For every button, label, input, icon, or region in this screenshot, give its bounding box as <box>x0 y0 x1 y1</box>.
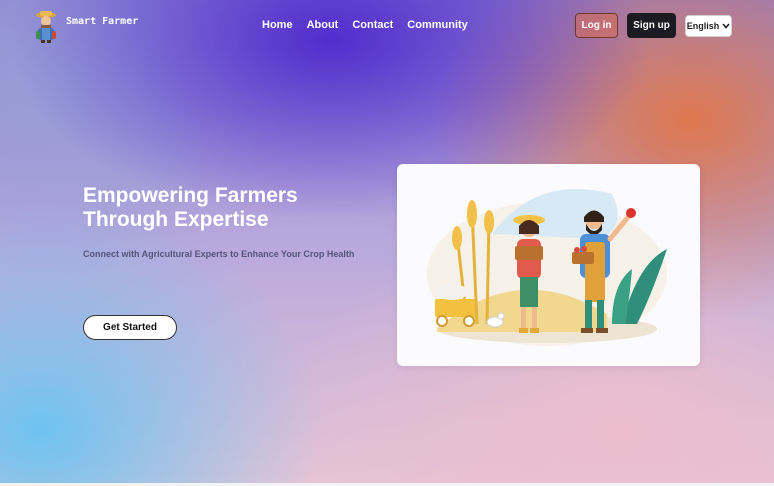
hero-subtitle: Connect with Agricultural Experts to Enh… <box>83 249 355 259</box>
brand-name: Smart Farmer <box>66 15 139 27</box>
nav-contact[interactable]: Contact <box>352 19 393 31</box>
hero-illustration <box>397 164 700 366</box>
signup-button[interactable]: Sign up <box>627 13 676 38</box>
chevron-down-icon <box>722 23 730 29</box>
nav-community[interactable]: Community <box>407 19 468 31</box>
farmer-logo-icon <box>36 11 56 43</box>
main-nav: Home About Contact Community <box>262 19 468 31</box>
hero-title: Empowering Farmers Through Expertise <box>83 184 343 232</box>
hero-title-line1: Empowering Farmers <box>83 184 298 207</box>
nav-about[interactable]: About <box>307 19 339 31</box>
login-button[interactable]: Log in <box>575 13 618 38</box>
language-value: English <box>686 21 720 31</box>
nav-home[interactable]: Home <box>262 19 293 31</box>
language-select[interactable]: English <box>685 15 732 37</box>
farmers-illustration <box>427 189 667 346</box>
get-started-button[interactable]: Get Started <box>83 315 177 340</box>
brand-logo[interactable]: Smart Farmer <box>32 9 138 43</box>
hero-title-line2: Through Expertise <box>83 208 269 231</box>
